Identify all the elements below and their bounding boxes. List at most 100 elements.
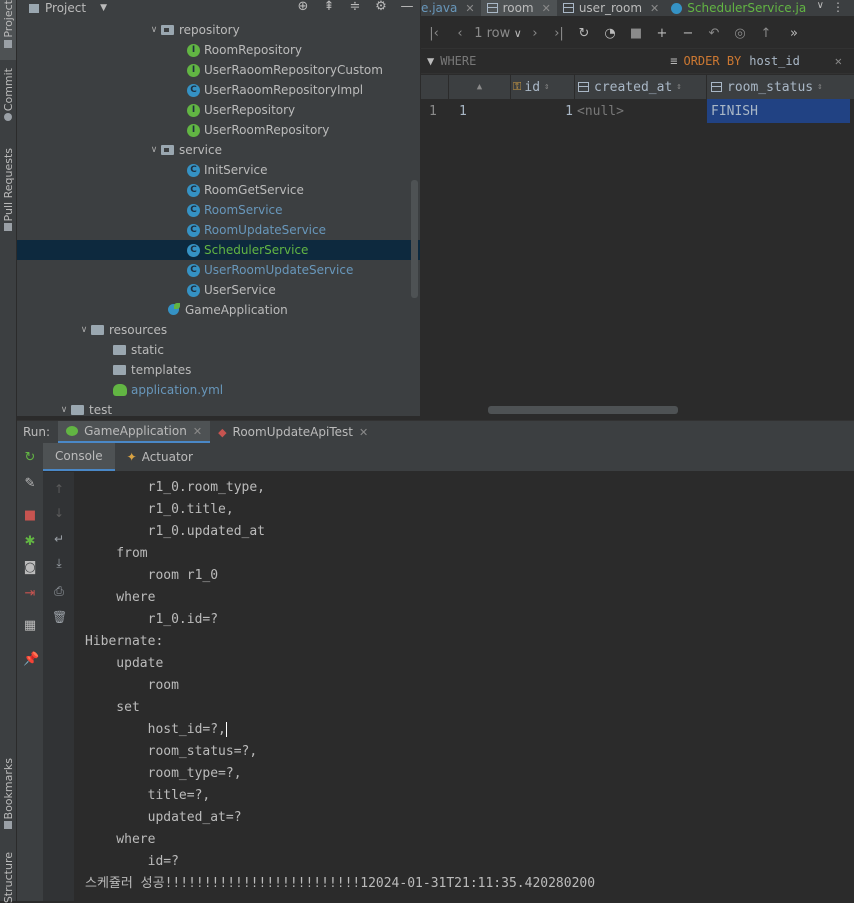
- chevron-down-icon[interactable]: ∨: [817, 0, 824, 11]
- tool-tab-bookmarks[interactable]: Bookmarks: [0, 758, 16, 840]
- run-tab-room-update-api-test[interactable]: ◆ RoomUpdateApiTest ✕: [210, 421, 376, 443]
- tool-tab-pull-requests[interactable]: Pull Requests: [0, 148, 16, 240]
- run-side-toolbar: ↻ ✎ ■ ✱ ◙ ⇥ ▦ 📌: [17, 443, 43, 901]
- chevron-down-icon[interactable]: ∨: [77, 325, 91, 335]
- refresh-icon[interactable]: ↻: [571, 26, 597, 41]
- cell-room-status[interactable]: FINISH: [707, 99, 850, 123]
- tree-item-game-application[interactable]: GameApplication: [17, 300, 420, 320]
- close-icon[interactable]: ✕: [465, 2, 474, 15]
- sort-icon[interactable]: ⇕: [817, 82, 822, 92]
- project-panel-title[interactable]: Project: [45, 1, 86, 15]
- layout-icon[interactable]: ▦: [23, 619, 37, 633]
- tab-console[interactable]: Console: [43, 443, 115, 471]
- project-tree-scrollbar[interactable]: [411, 180, 418, 298]
- first-page-icon[interactable]: |‹: [421, 26, 447, 41]
- rerun-icon[interactable]: ↻: [23, 451, 37, 465]
- cell-created-at[interactable]: <null>: [575, 99, 707, 123]
- tab-scheduler-service[interactable]: SchedulerService.ja: [665, 0, 812, 16]
- row-count-dropdown[interactable]: 1 row ∨: [473, 26, 523, 41]
- grid-mark-header[interactable]: ▲: [449, 75, 511, 99]
- camera-icon[interactable]: ◙: [23, 561, 37, 575]
- close-icon[interactable]: ✕: [359, 426, 368, 439]
- arrow-down-icon[interactable]: ↓: [52, 506, 66, 520]
- tree-item-user-room-update-service[interactable]: C UserRoomUpdateService: [17, 260, 420, 280]
- more-vertical-icon[interactable]: ⋮: [832, 0, 844, 14]
- debug-icon[interactable]: ✱: [23, 535, 37, 549]
- tool-tab-commit[interactable]: Commit: [0, 68, 16, 130]
- trash-icon[interactable]: 🗑: [52, 610, 67, 624]
- gear-icon[interactable]: ⚙: [368, 0, 394, 16]
- tab-user-room[interactable]: user_room ✕: [557, 0, 665, 16]
- order-by-input[interactable]: host_id: [749, 54, 800, 68]
- tool-tab-project[interactable]: Project: [0, 0, 16, 60]
- minimize-icon[interactable]: —: [394, 0, 420, 16]
- print-icon[interactable]: ⎙: [52, 584, 66, 598]
- tree-item-user-raoom-repository-custom[interactable]: I UserRaoomRepositoryCustom: [17, 60, 420, 80]
- column-header-created-at[interactable]: created_at ⇕: [575, 75, 707, 99]
- tree-item-test[interactable]: ∨ test: [17, 400, 420, 416]
- close-icon[interactable]: ✕: [835, 54, 842, 68]
- tree-item-room-repository[interactable]: I RoomRepository: [17, 40, 420, 60]
- run-tab-game-application[interactable]: GameApplication ✕: [58, 421, 211, 443]
- tree-item-static[interactable]: static: [17, 340, 420, 360]
- close-icon[interactable]: ✕: [650, 2, 659, 15]
- next-page-icon[interactable]: ›: [523, 26, 547, 41]
- tree-item-user-service[interactable]: C UserService: [17, 280, 420, 300]
- more-icon[interactable]: »: [779, 26, 809, 41]
- left-tool-strip: Project Commit Pull Requests Bookmarks S…: [0, 0, 17, 903]
- arrow-up-icon[interactable]: ↑: [52, 482, 66, 496]
- tree-item-label: resources: [109, 323, 168, 337]
- tree-item-templates[interactable]: templates: [17, 360, 420, 380]
- table-row[interactable]: 1 1 1 <null> FINISH: [421, 99, 854, 123]
- tree-item-application-yml[interactable]: application.yml: [17, 380, 420, 400]
- tree-item-room-get-service[interactable]: C RoomGetService: [17, 180, 420, 200]
- add-row-icon[interactable]: +: [649, 26, 675, 41]
- tree-item-user-raoom-repository-impl[interactable]: C UserRaoomRepositoryImpl: [17, 80, 420, 100]
- exit-icon[interactable]: ⇥: [23, 587, 37, 601]
- tree-item-room-update-service[interactable]: C RoomUpdateService: [17, 220, 420, 240]
- sort-icon[interactable]: ⇕: [676, 82, 681, 92]
- locate-icon[interactable]: ⊕: [290, 0, 316, 16]
- chevron-down-icon[interactable]: ∨: [57, 405, 71, 415]
- cell-id[interactable]: 1: [511, 99, 573, 123]
- column-header-room-status[interactable]: room_status ⇕: [707, 75, 854, 99]
- history-icon[interactable]: ◔: [597, 26, 623, 41]
- tree-item-init-service[interactable]: C InitService: [17, 160, 420, 180]
- stop-icon[interactable]: ■: [623, 26, 649, 41]
- tree-item-room-service[interactable]: C RoomService: [17, 200, 420, 220]
- tree-item-service[interactable]: ∨ service: [17, 140, 420, 160]
- tree-item-resources[interactable]: ∨ resources: [17, 320, 420, 340]
- revert-icon[interactable]: ↶: [701, 26, 727, 41]
- chevron-down-icon[interactable]: ▼: [100, 3, 107, 13]
- column-header-id[interactable]: ⚿ id ⇕: [511, 75, 575, 99]
- where-input[interactable]: WHERE: [440, 54, 640, 68]
- tool-tab-structure[interactable]: Structure: [0, 852, 16, 903]
- wrench-icon[interactable]: ✎: [23, 477, 37, 491]
- tree-item-user-repository[interactable]: I UserRepository: [17, 100, 420, 120]
- tab-room[interactable]: room ✕: [480, 0, 557, 16]
- expand-all-icon[interactable]: ≑: [342, 0, 368, 16]
- preview-icon[interactable]: ◎: [727, 26, 753, 41]
- submit-icon[interactable]: ↑: [753, 26, 779, 41]
- log-line: updated_at=?: [85, 810, 250, 825]
- stop-icon[interactable]: ■: [23, 509, 37, 523]
- prev-page-icon[interactable]: ‹: [447, 26, 473, 41]
- scroll-to-end-icon[interactable]: ⤓: [52, 556, 66, 570]
- tab-actuator[interactable]: ✦ Actuator: [115, 443, 205, 471]
- soft-wrap-icon[interactable]: ↵: [52, 532, 66, 546]
- pin-icon[interactable]: 📌: [23, 653, 39, 667]
- chevron-down-icon[interactable]: ∨: [147, 145, 161, 155]
- tree-item-scheduler-service[interactable]: C SchedulerService: [17, 240, 420, 260]
- tree-item-user-room-repository[interactable]: I UserRoomRepository: [17, 120, 420, 140]
- delete-row-icon[interactable]: −: [675, 26, 701, 41]
- chevron-down-icon[interactable]: ∨: [147, 25, 161, 35]
- last-page-icon[interactable]: ›|: [547, 26, 571, 41]
- sort-icon[interactable]: ⇕: [544, 82, 549, 92]
- close-icon[interactable]: ✕: [542, 2, 551, 15]
- console-output[interactable]: r1_0.room_type, r1_0.title, r1_0.updated…: [74, 472, 854, 901]
- tree-item-repository[interactable]: ∨ repository: [17, 20, 420, 40]
- close-icon[interactable]: ✕: [193, 425, 202, 438]
- grid-horizontal-scrollbar[interactable]: [488, 406, 678, 414]
- collapse-all-icon[interactable]: ⇞: [316, 0, 342, 16]
- tab-e-java[interactable]: e.java ✕: [421, 0, 481, 16]
